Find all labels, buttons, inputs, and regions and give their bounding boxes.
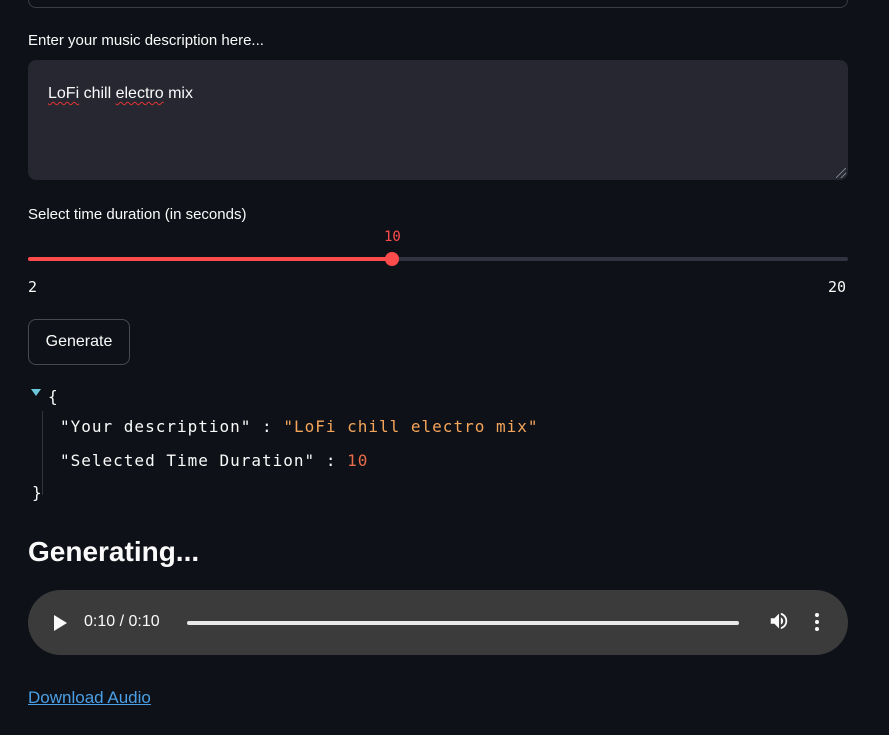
audio-progress-bar[interactable] [187, 621, 739, 625]
description-textarea[interactable]: LoFi chill electro mix [28, 60, 848, 180]
collapse-caret-icon[interactable] [31, 389, 41, 396]
description-word-2: chill [83, 85, 112, 102]
json-separator: : [262, 417, 273, 436]
more-options-icon[interactable] [808, 610, 826, 634]
slider-min-label: 2 [28, 278, 38, 296]
json-row-description: "Your description" : "LoFi chill electro… [60, 417, 539, 436]
slider-thumb[interactable] [385, 252, 400, 266]
volume-icon[interactable] [768, 610, 790, 632]
description-label: Enter your music description here... [28, 32, 264, 49]
duration-label: Select time duration (in seconds) [28, 206, 247, 223]
duration-slider[interactable] [28, 252, 848, 266]
json-separator: : [325, 451, 337, 470]
previous-input-field[interactable] [28, 0, 848, 8]
json-value-number: 10 [347, 451, 369, 470]
audio-time: 0:10 / 0:10 [84, 613, 160, 630]
json-row-duration: "Selected Time Duration" : 10 [60, 451, 368, 470]
description-value: LoFi chill electro mix [48, 85, 193, 103]
resize-handle-icon[interactable] [836, 168, 846, 178]
description-word-3: electro [115, 85, 164, 102]
json-key: "Selected Time Duration" [60, 451, 316, 470]
slider-fill [28, 257, 393, 261]
json-close-brace: } [32, 483, 42, 502]
download-audio-link[interactable]: Download Audio [28, 688, 151, 708]
json-indent-guide [42, 411, 43, 495]
audio-player[interactable]: 0:10 / 0:10 [28, 590, 848, 655]
description-word-1: LoFi [48, 85, 80, 102]
json-open-brace: { [48, 387, 58, 406]
json-key: "Your description" [60, 417, 252, 436]
play-icon[interactable] [54, 615, 67, 631]
status-heading: Generating... [28, 536, 200, 567]
generate-button[interactable]: Generate [28, 319, 130, 365]
slider-current-value: 10 [384, 229, 401, 245]
slider-max-label: 20 [828, 278, 847, 296]
description-word-4: mix [168, 85, 193, 102]
json-value-string: "LoFi chill electro mix" [283, 417, 539, 436]
